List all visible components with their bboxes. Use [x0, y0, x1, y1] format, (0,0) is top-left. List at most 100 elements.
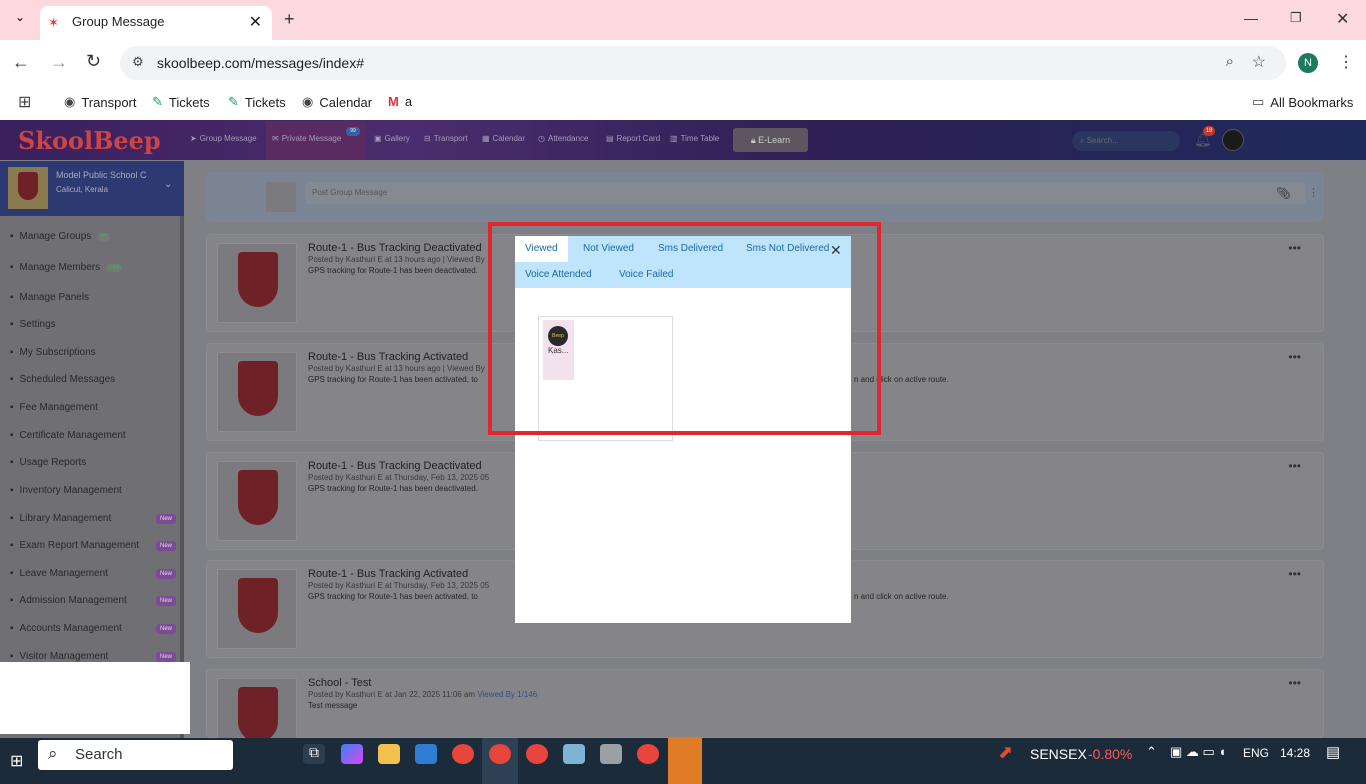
post-menu-icon[interactable]: ••• [1288, 567, 1301, 581]
close-tab-icon[interactable]: ✕ [249, 12, 262, 32]
sidebar-item[interactable]: ▪ Manage Groups 60 [10, 231, 110, 242]
nav-group-message[interactable]: ➤ Group Message [190, 134, 257, 143]
viewed-by-link[interactable]: Viewed By 1/146 [477, 690, 537, 699]
minimize-icon[interactable]: — [1244, 10, 1258, 26]
all-bookmarks[interactable]: ▭ All Bookmarks [1252, 94, 1353, 110]
nav-gallery[interactable]: ▣ Gallery [374, 134, 410, 143]
chrome-icon[interactable] [637, 744, 659, 764]
apps-grid-icon[interactable]: ⊞ [18, 92, 31, 112]
count-badge: 189 [106, 263, 123, 272]
sidebar-item[interactable]: ▪ Fee Management [10, 402, 98, 413]
sidebar-item[interactable]: ▪ Manage Members 189 [10, 262, 123, 273]
sidebar-item[interactable]: ▪ Visitor Management [10, 651, 108, 662]
post-title[interactable]: Route-1 - Bus Tracking Deactivated [308, 242, 482, 254]
menu-item-icon: ▪ [10, 485, 14, 496]
notifications-icon[interactable]: ▤ [1326, 743, 1340, 761]
nav-calendar[interactable]: ▦ Calendar [482, 134, 525, 143]
reload-icon[interactable]: ↻ [86, 51, 101, 72]
nav-private-message[interactable]: ✉ Private Message [272, 134, 341, 143]
post-group-message-input[interactable]: Post Group Message [306, 182, 1306, 204]
tray-icons[interactable]: ▣ ☁ ▭ ◖ [1170, 744, 1226, 760]
sidebar-item[interactable]: ▪ Usage Reports [10, 457, 86, 468]
chrome-icon[interactable] [526, 744, 548, 764]
menu-item-icon: ▪ [10, 513, 14, 524]
back-icon[interactable]: ← [12, 52, 30, 73]
menu-item-icon: ▪ [10, 374, 14, 385]
bookmark-tickets-1[interactable]: ✎ Tickets [152, 94, 210, 110]
sidebar-scrollbar[interactable] [180, 216, 184, 738]
sidebar-item[interactable]: ▪ Settings [10, 319, 56, 330]
taskbar-search[interactable]: ⌕ Search [38, 740, 233, 770]
sidebar-item[interactable]: ▪ Inventory Management [10, 485, 122, 496]
task-view-icon[interactable]: ⧉ [303, 744, 325, 764]
sidebar-item[interactable]: ▪ Admission Management [10, 595, 127, 606]
school-logo [8, 167, 48, 209]
nav-attendance[interactable]: ◷ Attendance [538, 134, 588, 143]
notepad-icon[interactable] [563, 744, 585, 764]
post-body: GPS tracking for Route-1 has been activa… [308, 592, 478, 601]
chevron-up-icon[interactable]: ⌃ [1146, 744, 1157, 760]
school-switcher[interactable]: Model Public School C Calicut, Kerala ⌄ [0, 161, 184, 216]
app-search-input[interactable]: ⌕ Search... [1072, 131, 1180, 151]
bookmark-star-icon[interactable]: ☆ [1252, 52, 1266, 72]
post-menu-icon[interactable]: ••• [1288, 350, 1301, 364]
sidebar-item[interactable]: ▪ Certificate Management [10, 430, 126, 441]
profile-avatar[interactable]: N [1298, 53, 1318, 73]
browser-menu-icon[interactable]: ⋮ [1338, 52, 1354, 72]
globe-icon: ◉ [64, 94, 76, 109]
composer-menu-icon[interactable]: ⋮ [1308, 186, 1319, 199]
snipping-tool-icon[interactable] [668, 738, 702, 784]
store-icon[interactable] [415, 744, 437, 764]
ticker-name: SENSEX [1030, 746, 1087, 762]
nav-time-table[interactable]: ▥ Time Table [670, 134, 719, 143]
bookmark-calendar[interactable]: ◉ Calendar [302, 94, 372, 110]
post-menu-icon[interactable]: ••• [1288, 241, 1301, 255]
site-info-icon[interactable]: ⚙ [132, 54, 144, 70]
bookmark-gmail[interactable]: Ma [388, 94, 412, 109]
school-logo [217, 569, 297, 649]
elearn-button[interactable]: 🔒︎ E-Learn [733, 128, 808, 152]
sidebar-item[interactable]: ▪ Exam Report Management [10, 540, 139, 551]
nav-transport[interactable]: ⊟ Transport [424, 134, 468, 143]
tab-search-button[interactable]: ⌄ [10, 10, 30, 30]
notification-badge: 18 [1203, 126, 1215, 136]
post-menu-icon[interactable]: ••• [1288, 459, 1301, 473]
sidebar-item[interactable]: ▪ Library Management [10, 513, 111, 524]
menu-item-icon: ▪ [10, 231, 14, 242]
copilot-icon[interactable] [341, 744, 363, 764]
sidebar-item-label: Usage Reports [19, 457, 87, 468]
omnibox[interactable]: ⚙ skoolbeep.com/messages/index# ⌕ ☆ [120, 46, 1286, 80]
new-badge: New [156, 624, 176, 634]
sidebar-item-label: Manage Groups [19, 231, 92, 242]
zoom-icon[interactable]: ⌕ [1226, 53, 1234, 70]
sidebar-item[interactable]: ▪ My Subscriptions [10, 347, 96, 358]
active-tab[interactable]: ✶ Group Message ✕ [40, 6, 272, 40]
bookmark-transport[interactable]: ◉ Transport [64, 94, 137, 110]
close-window-icon[interactable]: ✕ [1336, 9, 1349, 29]
paint-icon[interactable] [600, 744, 622, 764]
windows-start-icon[interactable]: ⊞ [10, 751, 23, 771]
sidebar-item[interactable]: ▪ Accounts Management [10, 623, 122, 634]
user-avatar[interactable] [1222, 129, 1244, 151]
restore-icon[interactable]: ❐ [1290, 10, 1302, 26]
sidebar-item[interactable]: ▪ Leave Management [10, 568, 108, 579]
chrome-icon[interactable] [452, 744, 474, 764]
forward-icon[interactable]: → [50, 52, 68, 73]
file-explorer-icon[interactable] [378, 744, 400, 764]
post-card: School - Test Posted by Kasthuri E at Jan… [206, 669, 1324, 758]
bookmark-tickets-2[interactable]: ✎ Tickets [228, 94, 286, 110]
post-menu-icon[interactable]: ••• [1288, 676, 1301, 690]
sidebar-item[interactable]: ▪ Scheduled Messages [10, 374, 115, 385]
attachment-icon[interactable]: 📎︎ [1276, 186, 1291, 200]
chrome-icon[interactable] [489, 744, 511, 764]
post-meta: Posted by Kasthuri E at 13 hours ago | V… [308, 364, 485, 373]
nav-report-card[interactable]: ▤ Report Card [606, 134, 660, 143]
post-title[interactable]: Route-1 - Bus Tracking Activated [308, 351, 468, 363]
sidebar-item[interactable]: ▪ Manage Panels [10, 292, 89, 303]
post-title[interactable]: Route-1 - Bus Tracking Deactivated [308, 460, 482, 472]
post-title[interactable]: Route-1 - Bus Tracking Activated [308, 568, 468, 580]
language-indicator[interactable]: ENG [1243, 746, 1269, 760]
post-title[interactable]: School - Test [308, 677, 371, 689]
clock[interactable]: 14:28 [1280, 746, 1310, 760]
new-tab-button[interactable]: + [284, 9, 295, 30]
